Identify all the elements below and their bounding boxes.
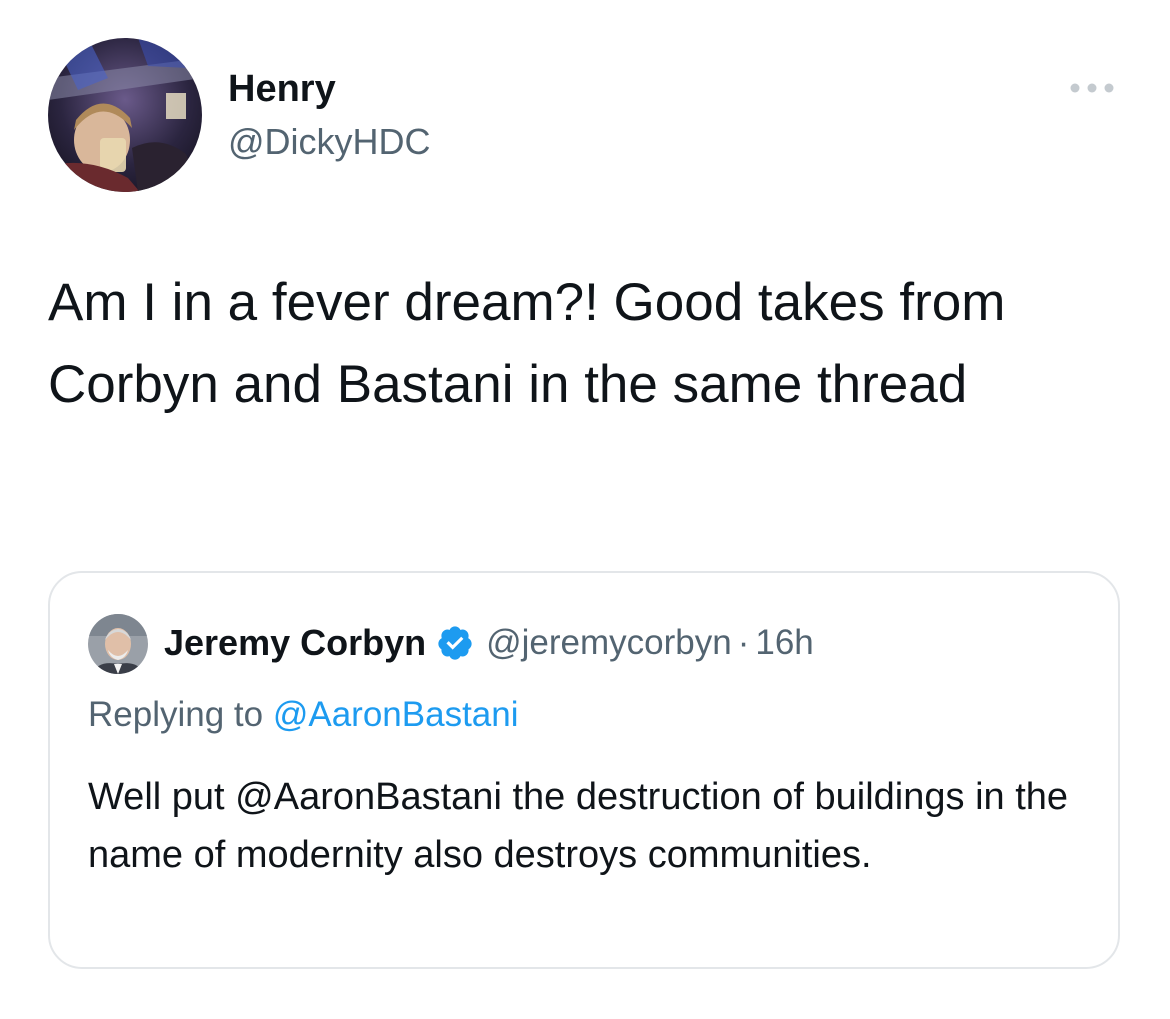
quoted-text-mention[interactable]: @AaronBastani (235, 776, 502, 818)
author-handle[interactable]: @DickyHDC (228, 120, 431, 164)
tweet-text: Am I in a fever dream?! Good takes from … (48, 273, 1006, 414)
quoted-tweet-header: Jeremy Corbyn @jeremycorbyn · 16h (164, 620, 814, 666)
author-avatar[interactable] (48, 38, 202, 192)
quoted-author-avatar-photo (88, 614, 148, 674)
separator-dot: · (737, 623, 750, 662)
ellipsis-icon (1070, 83, 1114, 93)
replying-to-handle-link[interactable]: @AaronBastani (273, 695, 519, 734)
quoted-tweet-text: Well put @AaronBastani the destruction o… (88, 768, 1088, 884)
quoted-tweet-timestamp[interactable]: 16h (755, 623, 813, 663)
verified-badge-icon (438, 626, 472, 660)
quoted-author-name[interactable]: Jeremy Corbyn (164, 622, 426, 664)
more-options-button[interactable] (1066, 72, 1118, 104)
quoted-author-avatar[interactable] (88, 614, 148, 674)
author-name[interactable]: Henry (228, 66, 336, 112)
replying-to-line: Replying to @AaronBastani (88, 693, 519, 737)
quoted-text-prefix: Well put (88, 776, 225, 818)
replying-to-label: Replying to (88, 695, 264, 734)
author-avatar-photo (48, 38, 202, 192)
quoted-author-handle[interactable]: @jeremycorbyn (486, 623, 732, 663)
quoted-tweet-card[interactable]: Jeremy Corbyn @jeremycorbyn · 16h Replyi… (48, 571, 1120, 969)
